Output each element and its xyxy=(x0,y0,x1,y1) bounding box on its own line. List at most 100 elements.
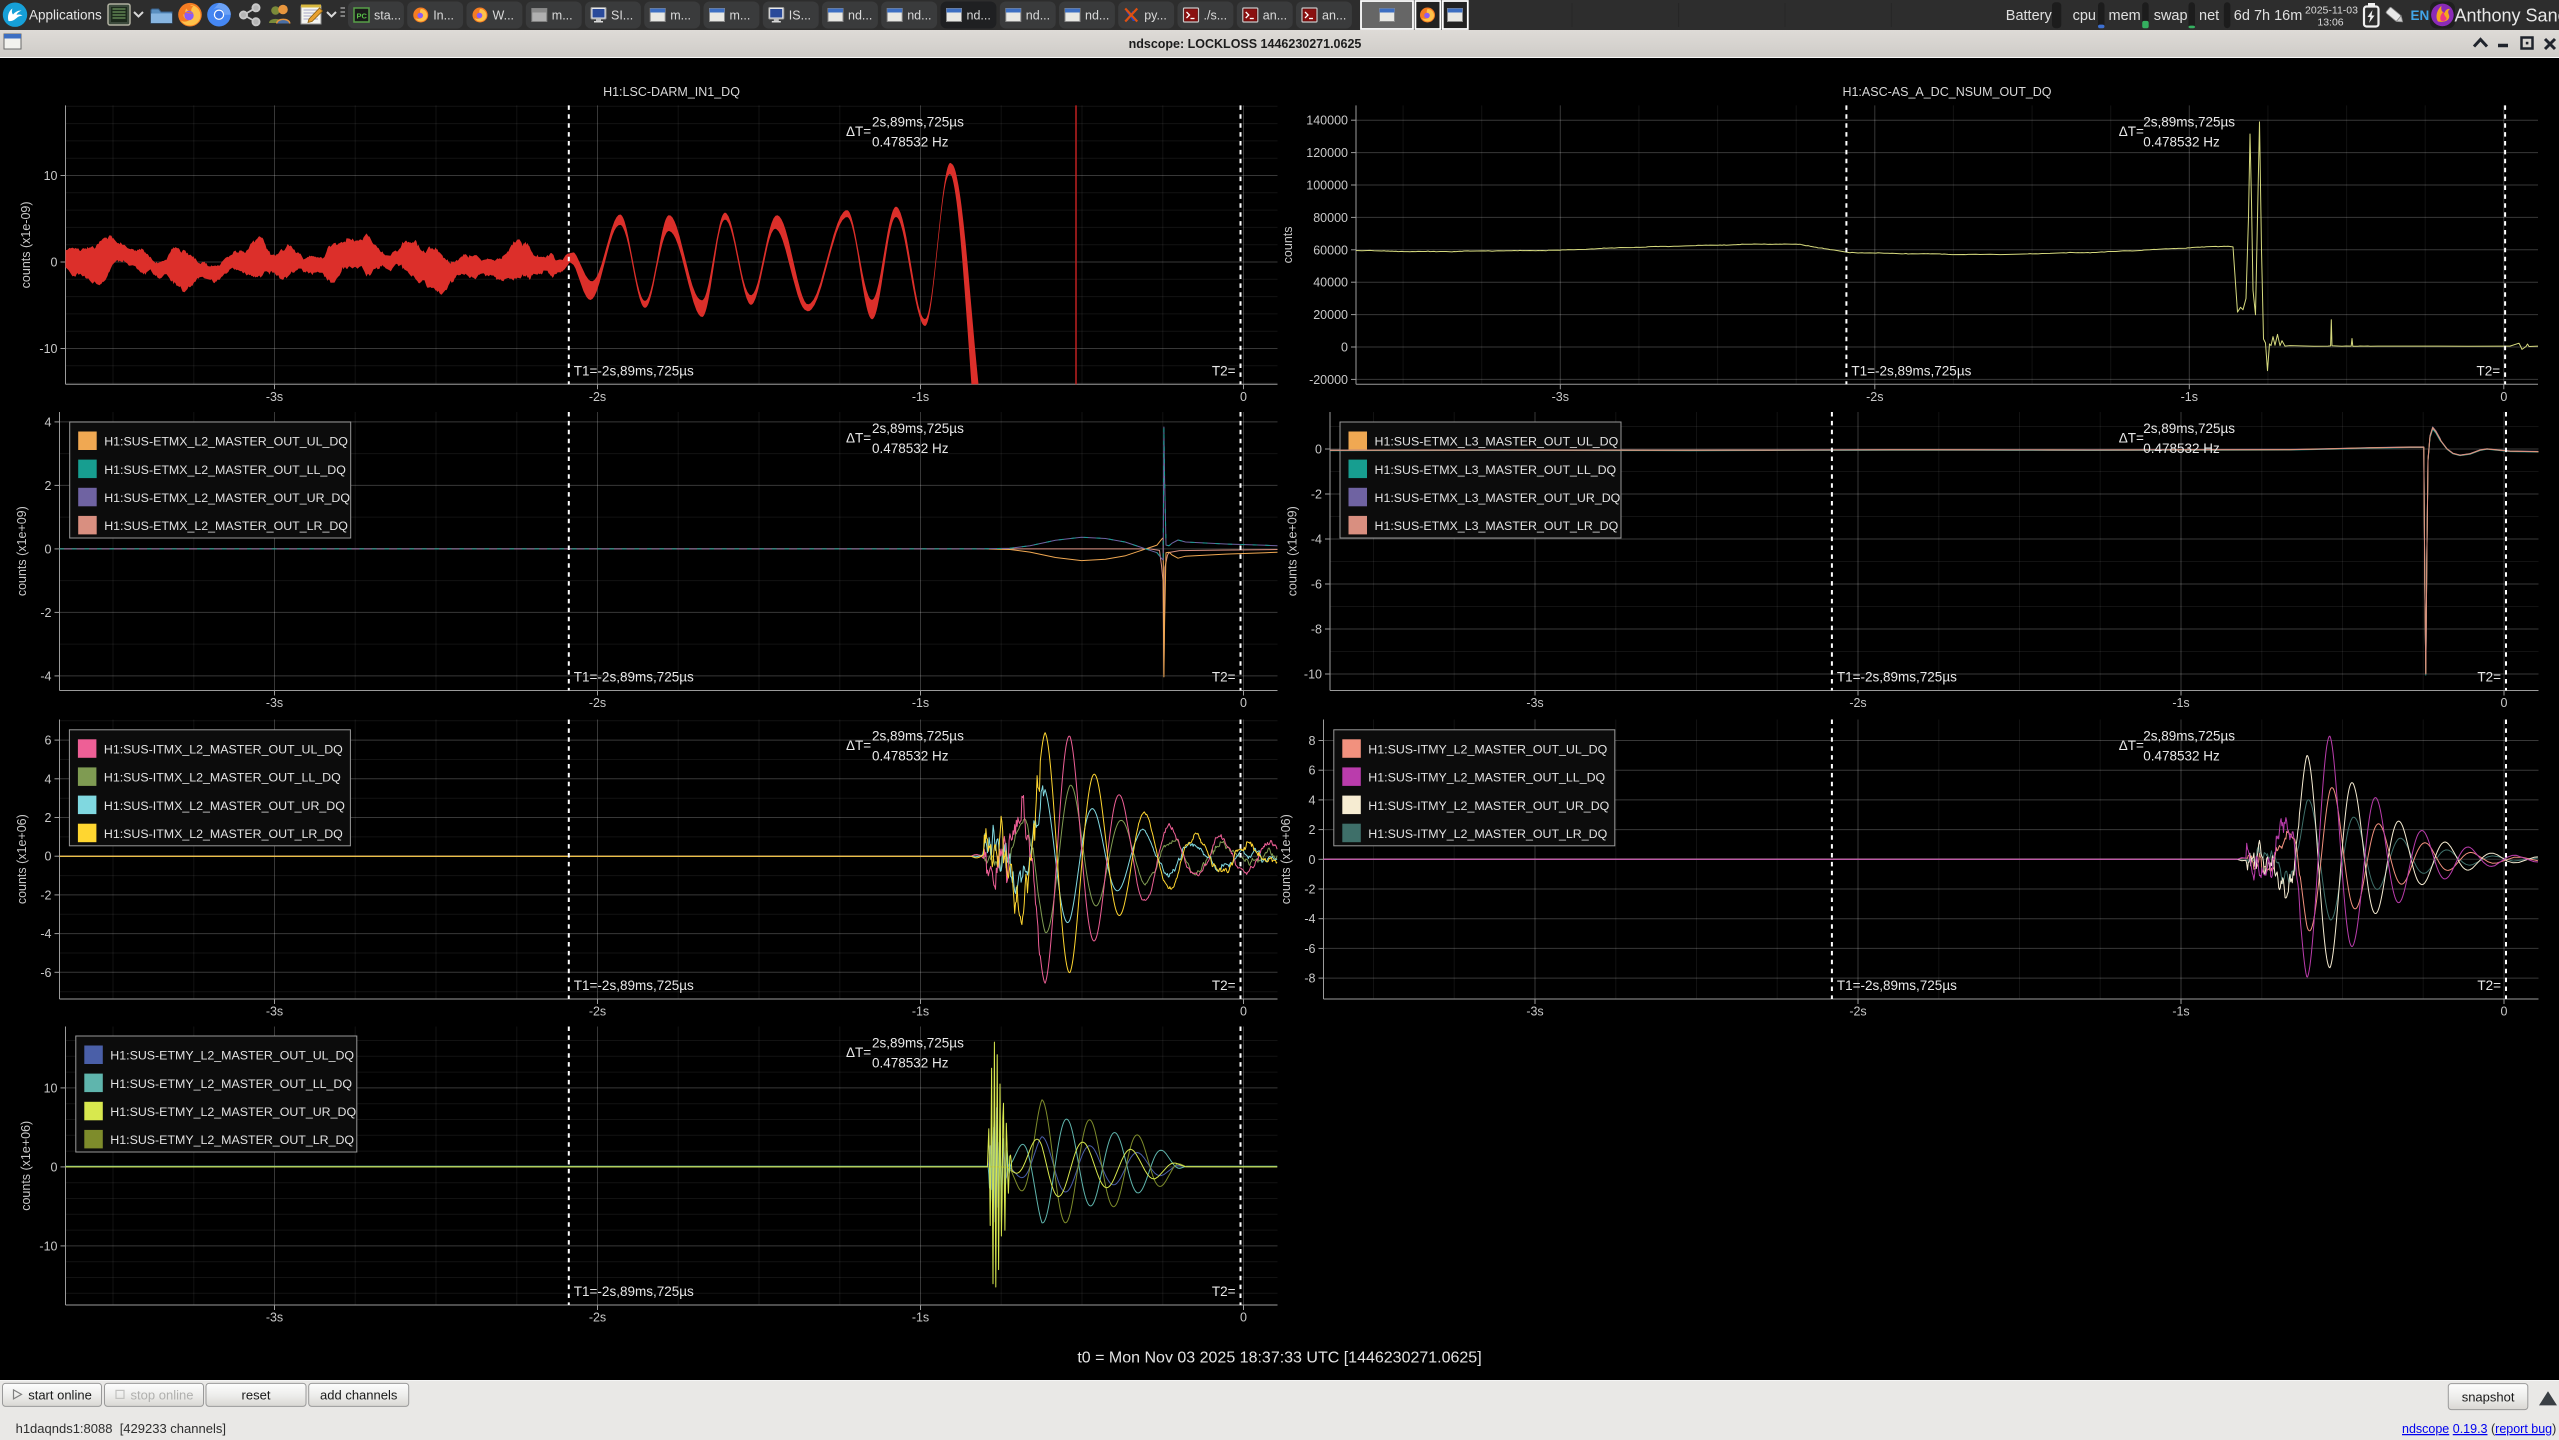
svg-text:140000: 140000 xyxy=(1306,114,1348,128)
svg-text:T2=: T2= xyxy=(2476,363,2500,378)
svg-text:0: 0 xyxy=(1309,853,1316,867)
svg-text:t0 = Mon Nov 03 2025 18:37:33: t0 = Mon Nov 03 2025 18:37:33 UTC [14462… xyxy=(1077,1350,1481,1367)
svg-text:-8: -8 xyxy=(1304,972,1315,986)
svg-text:6: 6 xyxy=(1309,764,1316,778)
svg-text:10: 10 xyxy=(44,169,58,183)
svg-text:ΔT=: ΔT= xyxy=(2119,431,2144,446)
svg-text:0: 0 xyxy=(1240,390,1247,404)
svg-text:-2s: -2s xyxy=(589,1005,606,1019)
svg-text:-3s: -3s xyxy=(266,1005,283,1019)
svg-text:H1:SUS-ETMY_L2_MASTER_OUT_UR_D: H1:SUS-ETMY_L2_MASTER_OUT_UR_DQ xyxy=(110,1105,356,1119)
svg-text:T2=: T2= xyxy=(1212,670,1236,685)
svg-text:nd...: nd... xyxy=(1085,9,1109,23)
svg-text:80000: 80000 xyxy=(1313,211,1348,225)
svg-text:counts (x1e+06): counts (x1e+06) xyxy=(1279,814,1293,904)
svg-text:nd...: nd... xyxy=(967,9,991,23)
svg-text:10: 10 xyxy=(44,1081,58,1095)
svg-text:-3s: -3s xyxy=(1526,1005,1543,1019)
svg-text:-2: -2 xyxy=(40,606,51,620)
svg-text:ndscope: LOCKLOSS 1446230271.0: ndscope: LOCKLOSS 1446230271.0625 xyxy=(1129,37,1362,51)
svg-text:net: net xyxy=(2199,8,2219,24)
svg-text:-4: -4 xyxy=(1304,912,1315,926)
svg-text:T1=-2s,89ms,725µs: T1=-2s,89ms,725µs xyxy=(574,670,694,685)
svg-text:Battery: Battery xyxy=(2006,8,2053,24)
svg-text:-8: -8 xyxy=(1311,623,1322,637)
svg-text:T1=-2s,89ms,725µs: T1=-2s,89ms,725µs xyxy=(1837,978,1957,993)
svg-text:0.478532 Hz: 0.478532 Hz xyxy=(2143,134,2220,149)
svg-text:0.478532 Hz: 0.478532 Hz xyxy=(2143,749,2220,764)
svg-text:-1s: -1s xyxy=(912,1311,929,1325)
svg-text:stop online: stop online xyxy=(131,1388,194,1403)
svg-text:2s,89ms,725µs: 2s,89ms,725µs xyxy=(2143,729,2235,744)
svg-text:4: 4 xyxy=(45,772,52,786)
svg-text:EN: EN xyxy=(2411,8,2430,23)
svg-text:H1:SUS-ETMX_L2_MASTER_OUT_LR_D: H1:SUS-ETMX_L2_MASTER_OUT_LR_DQ xyxy=(104,519,348,533)
svg-text:2s,89ms,725µs: 2s,89ms,725µs xyxy=(872,729,964,744)
svg-text:-6: -6 xyxy=(1311,578,1322,592)
svg-text:6: 6 xyxy=(45,734,52,748)
svg-text:ΔT=: ΔT= xyxy=(846,1045,871,1060)
svg-text:IS...: IS... xyxy=(789,9,811,23)
svg-text:H1:SUS-ITMX_L2_MASTER_OUT_UL_D: H1:SUS-ITMX_L2_MASTER_OUT_UL_DQ xyxy=(104,743,343,757)
svg-text:an...: an... xyxy=(1322,9,1346,23)
svg-text:SI...: SI... xyxy=(611,9,633,23)
svg-text:counts: counts xyxy=(1281,226,1295,263)
svg-text:0: 0 xyxy=(2501,1005,2508,1019)
svg-text:0: 0 xyxy=(51,1160,58,1174)
svg-text:counts (x1e+09): counts (x1e+09) xyxy=(15,506,29,596)
svg-text:2s,89ms,725µs: 2s,89ms,725µs xyxy=(872,421,964,436)
svg-text:counts (x1e+06): counts (x1e+06) xyxy=(19,1121,33,1211)
svg-text:T1=-2s,89ms,725µs: T1=-2s,89ms,725µs xyxy=(1851,363,1971,378)
svg-text:0.478532 Hz: 0.478532 Hz xyxy=(872,134,949,149)
svg-text:m...: m... xyxy=(670,9,691,23)
svg-text:counts (x1e+09): counts (x1e+09) xyxy=(1286,506,1300,596)
svg-text:T1=-2s,89ms,725µs: T1=-2s,89ms,725µs xyxy=(574,363,694,378)
svg-text:H1:SUS-ETMX_L2_MASTER_OUT_LL_D: H1:SUS-ETMX_L2_MASTER_OUT_LL_DQ xyxy=(104,463,346,477)
svg-text:13:06: 13:06 xyxy=(2317,17,2343,29)
svg-text:H1:SUS-ETMX_L2_MASTER_OUT_UL_D: H1:SUS-ETMX_L2_MASTER_OUT_UL_DQ xyxy=(104,435,348,449)
svg-text:counts (x1e+06): counts (x1e+06) xyxy=(15,814,29,904)
svg-text:4: 4 xyxy=(45,415,52,429)
svg-text:T1=-2s,89ms,725µs: T1=-2s,89ms,725µs xyxy=(574,1284,694,1299)
svg-text:ΔT=: ΔT= xyxy=(2119,124,2144,139)
svg-text:ΔT=: ΔT= xyxy=(846,431,871,446)
svg-text:-10: -10 xyxy=(1304,668,1322,682)
svg-text:./s...: ./s... xyxy=(1204,9,1228,23)
svg-text:4: 4 xyxy=(1309,793,1316,807)
svg-text:2s,89ms,725µs: 2s,89ms,725µs xyxy=(872,114,964,129)
svg-text:-2s: -2s xyxy=(1849,696,1866,710)
svg-text:2: 2 xyxy=(45,479,52,493)
svg-text:0: 0 xyxy=(1315,443,1322,457)
svg-text:H1:SUS-ETMY_L2_MASTER_OUT_LR_D: H1:SUS-ETMY_L2_MASTER_OUT_LR_DQ xyxy=(110,1133,354,1147)
svg-text:H1:SUS-ETMX_L3_MASTER_OUT_UL_D: H1:SUS-ETMX_L3_MASTER_OUT_UL_DQ xyxy=(1375,435,1619,449)
svg-text:0: 0 xyxy=(1240,1311,1247,1325)
svg-text:-3s: -3s xyxy=(266,1311,283,1325)
svg-text:H1:SUS-ETMX_L2_MASTER_OUT_UR_D: H1:SUS-ETMX_L2_MASTER_OUT_UR_DQ xyxy=(104,491,350,505)
svg-text:Applications: Applications xyxy=(29,8,102,23)
svg-text:ΔT=: ΔT= xyxy=(2119,738,2144,753)
svg-text:-2s: -2s xyxy=(1866,390,1883,404)
svg-text:-10: -10 xyxy=(39,1239,57,1253)
svg-text:py...: py... xyxy=(1144,9,1167,23)
svg-text:-1s: -1s xyxy=(912,390,929,404)
svg-text:-4: -4 xyxy=(40,927,51,941)
svg-text:an...: an... xyxy=(1263,9,1287,23)
svg-text:H1:SUS-ITMX_L2_MASTER_OUT_UR_D: H1:SUS-ITMX_L2_MASTER_OUT_UR_DQ xyxy=(104,799,345,813)
svg-text:H1:SUS-ITMY_L2_MASTER_OUT_LL_D: H1:SUS-ITMY_L2_MASTER_OUT_LL_DQ xyxy=(1368,771,1605,785)
svg-text:0: 0 xyxy=(2500,390,2507,404)
svg-text:PC: PC xyxy=(357,12,368,21)
svg-text:60000: 60000 xyxy=(1313,243,1348,257)
svg-text:6d 7h 16m: 6d 7h 16m xyxy=(2234,8,2303,24)
svg-text:h1daqnds1:8088 [429233 channe: h1daqnds1:8088 [429233 channels] xyxy=(16,1421,226,1436)
svg-text:-2s: -2s xyxy=(589,1311,606,1325)
svg-text:-1s: -1s xyxy=(2172,696,2189,710)
svg-text:sta...: sta... xyxy=(374,9,401,23)
svg-text:T1=-2s,89ms,725µs: T1=-2s,89ms,725µs xyxy=(574,978,694,993)
svg-text:W...: W... xyxy=(493,9,515,23)
svg-text:T2=: T2= xyxy=(1212,1284,1236,1299)
svg-text:0.478532 Hz: 0.478532 Hz xyxy=(872,749,949,764)
svg-text:0: 0 xyxy=(51,256,58,270)
svg-text:-2: -2 xyxy=(1304,883,1315,897)
svg-text:T2=: T2= xyxy=(2477,670,2501,685)
svg-text:H1:ASC-AS_A_DC_NSUM_OUT_DQ: H1:ASC-AS_A_DC_NSUM_OUT_DQ xyxy=(1842,85,2051,99)
